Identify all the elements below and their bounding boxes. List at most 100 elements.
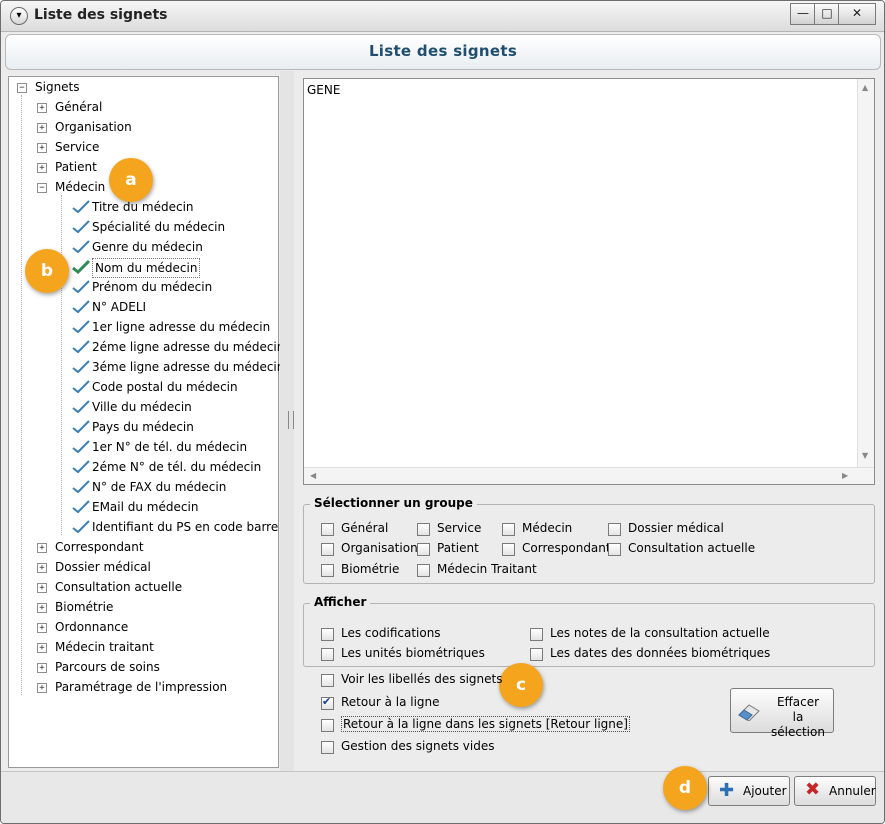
group-option-label[interactable]: Patient <box>437 541 479 555</box>
group-option-label[interactable]: Général <box>341 521 388 535</box>
group-option-checkbox[interactable] <box>417 523 430 536</box>
collapse-icon[interactable]: − <box>37 183 47 193</box>
extra-option-label[interactable]: Voir les libellés des signets <box>341 672 502 686</box>
tree-node-patient[interactable]: Patient <box>55 158 97 176</box>
tree-leaf[interactable]: 1er N° de tél. du médecin <box>92 438 247 456</box>
group-option-checkbox[interactable] <box>321 564 334 577</box>
maximize-button[interactable]: □ <box>814 3 840 25</box>
group-option-checkbox[interactable] <box>608 543 621 556</box>
expand-icon[interactable]: + <box>37 603 47 613</box>
tree-node[interactable]: Consultation actuelle <box>55 578 182 596</box>
close-button[interactable]: ✕ <box>838 3 876 25</box>
expand-icon[interactable]: + <box>37 543 47 553</box>
display-option-label[interactable]: Les unités biométriques <box>341 646 485 660</box>
group-option-checkbox[interactable] <box>321 523 334 536</box>
tree-leaf[interactable]: Titre du médecin <box>92 198 194 216</box>
scroll-up-icon[interactable]: ▲ <box>862 83 868 92</box>
editor-content[interactable]: GENE <box>307 83 340 97</box>
expand-icon[interactable]: + <box>37 683 47 693</box>
tree-node[interactable]: Paramétrage de l'impression <box>55 678 227 696</box>
tree-leaf[interactable]: N° ADELI <box>92 298 146 316</box>
tree-leaf[interactable]: N° de FAX du médecin <box>92 478 226 496</box>
collapse-icon[interactable]: − <box>17 83 27 93</box>
expand-icon[interactable]: + <box>37 563 47 573</box>
expand-icon[interactable]: + <box>37 123 47 133</box>
extra-option-checkbox[interactable] <box>321 674 334 687</box>
tree-leaf[interactable]: EMail du médecin <box>92 498 198 516</box>
tree-node[interactable]: Biométrie <box>55 598 113 616</box>
text-editor[interactable]: GENE ▲ ▼ ◀ ▶ <box>303 78 875 485</box>
tree-node[interactable]: Parcours de soins <box>55 658 160 676</box>
tree-leaf[interactable]: Spécialité du médecin <box>92 218 225 236</box>
group-option-label[interactable]: Service <box>437 521 481 535</box>
display-option-label[interactable]: Les dates des données biométriques <box>550 646 770 660</box>
bookmark-check-icon <box>72 340 90 354</box>
splitter-grip-icon[interactable] <box>288 411 294 429</box>
group-option-checkbox[interactable] <box>502 523 515 536</box>
scroll-down-icon[interactable]: ▼ <box>862 451 868 460</box>
tree-node-organisation[interactable]: Organisation <box>55 118 132 136</box>
display-option-checkbox[interactable] <box>530 628 543 641</box>
group-option-checkbox[interactable] <box>502 543 515 556</box>
expand-icon[interactable]: + <box>37 583 47 593</box>
tree-leaf[interactable]: Identifiant du PS en code barre <box>92 518 278 536</box>
tree-node[interactable]: Médecin traitant <box>55 638 154 656</box>
horizontal-scrollbar[interactable]: ◀ ▶ <box>304 467 874 484</box>
tree-node[interactable]: Dossier médical <box>55 558 151 576</box>
tree-leaf[interactable]: Ville du médecin <box>92 398 192 416</box>
tree-leaf[interactable]: 2éme N° de tél. du médecin <box>92 458 261 476</box>
group-option-label[interactable]: Biométrie <box>341 562 399 576</box>
display-option-label[interactable]: Les codifications <box>341 626 441 640</box>
group-option-checkbox[interactable] <box>608 523 621 536</box>
expand-icon[interactable]: + <box>37 663 47 673</box>
group-option-checkbox[interactable] <box>321 543 334 556</box>
title-bar: ▾ Liste des signets — □ ✕ <box>1 1 884 32</box>
group-option-label[interactable]: Médecin Traitant <box>437 562 537 576</box>
minimize-button[interactable]: — <box>790 3 816 25</box>
tree-leaf[interactable]: Nom du médecin <box>92 258 201 278</box>
tree-node-medecin[interactable]: Médecin <box>55 178 105 196</box>
tree-leaf[interactable]: Pays du médecin <box>92 418 194 436</box>
group-option-label[interactable]: Dossier médical <box>628 521 724 535</box>
tree-node[interactable]: Correspondant <box>55 538 144 556</box>
display-option-label[interactable]: Les notes de la consultation actuelle <box>550 626 770 640</box>
expand-icon[interactable]: + <box>37 163 47 173</box>
vertical-scrollbar[interactable]: ▲ ▼ <box>857 79 874 467</box>
group-option-label[interactable]: Correspondant <box>522 541 611 555</box>
cancel-button[interactable]: ✖ Annuler <box>794 776 876 806</box>
display-option-checkbox[interactable] <box>321 628 334 641</box>
expand-icon[interactable]: + <box>37 623 47 633</box>
tree-leaf[interactable]: 2éme ligne adresse du médecin <box>92 338 284 356</box>
extra-option-checkbox[interactable] <box>321 695 334 710</box>
add-button[interactable]: ✚ Ajouter <box>708 776 790 806</box>
extra-option-label[interactable]: Retour à la ligne <box>341 695 440 709</box>
expand-icon[interactable]: + <box>37 143 47 153</box>
tree-node[interactable]: Ordonnance <box>55 618 128 636</box>
expand-icon[interactable]: + <box>37 103 47 113</box>
tree-node-service[interactable]: Service <box>55 138 99 156</box>
tree-leaf[interactable]: Code postal du médecin <box>92 378 238 396</box>
display-option-checkbox[interactable] <box>530 648 543 661</box>
extra-option-label[interactable]: Retour à la ligne dans les signets [Reto… <box>341 716 630 732</box>
scroll-right-icon[interactable]: ▶ <box>842 471 848 480</box>
extra-option-label[interactable]: Gestion des signets vides <box>341 739 494 753</box>
group-option-label[interactable]: Médecin <box>522 521 572 535</box>
extra-option-checkbox[interactable] <box>321 719 334 732</box>
extra-option-checkbox[interactable] <box>321 741 334 754</box>
clear-selection-button[interactable]: Effacer la sélection <box>730 688 834 739</box>
tree-node-general[interactable]: Général <box>55 98 102 116</box>
group-option-label[interactable]: Organisation <box>341 541 418 555</box>
expand-icon[interactable]: + <box>37 643 47 653</box>
tree-root[interactable]: Signets <box>35 78 80 96</box>
tree-leaf[interactable]: 3éme ligne adresse du médecin <box>92 358 284 376</box>
window-menu-icon[interactable]: ▾ <box>10 7 28 25</box>
group-option-label[interactable]: Consultation actuelle <box>628 541 755 555</box>
group-option-checkbox[interactable] <box>417 543 430 556</box>
display-option-checkbox[interactable] <box>321 648 334 661</box>
group-option-checkbox[interactable] <box>417 564 430 577</box>
scroll-left-icon[interactable]: ◀ <box>310 471 316 480</box>
tree-leaf[interactable]: Prénom du médecin <box>92 278 212 296</box>
tree-leaf[interactable]: 1er ligne adresse du médecin <box>92 318 270 336</box>
tree-leaf[interactable]: Genre du médecin <box>92 238 203 256</box>
bookmark-check-icon <box>72 360 90 374</box>
